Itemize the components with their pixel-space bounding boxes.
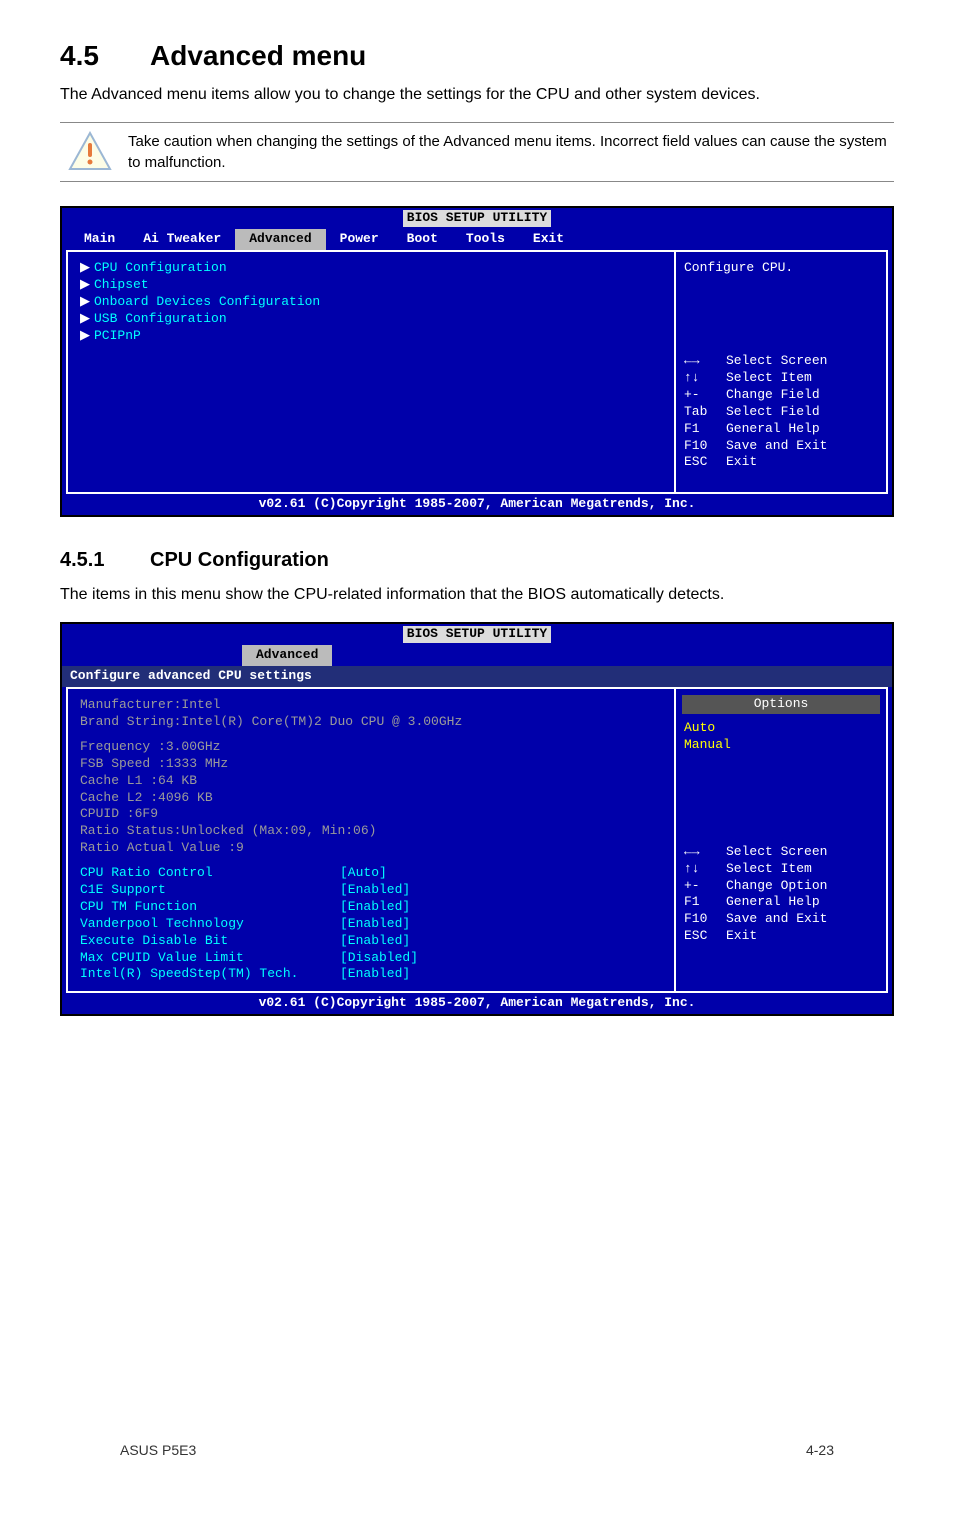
arrows-lr-icon: ←→ bbox=[684, 353, 726, 370]
section-intro: The Advanced menu items allow you to cha… bbox=[60, 84, 894, 106]
help-row: +-Change Field bbox=[684, 387, 878, 404]
bios-help-panel: Options Auto Manual ←→Select Screen ↑↓Se… bbox=[676, 689, 886, 991]
setting-execute-disable-bit[interactable]: Execute Disable Bit[Enabled] bbox=[80, 933, 662, 950]
setting-c1e-support[interactable]: C1E Support[Enabled] bbox=[80, 882, 662, 899]
arrows-ud-icon: ↑↓ bbox=[684, 370, 726, 387]
tab-main[interactable]: Main bbox=[70, 229, 129, 250]
caution-text: Take caution when changing the settings … bbox=[120, 131, 894, 173]
help-keys-list: ←→Select Screen ↑↓Select Item +-Change F… bbox=[684, 353, 878, 471]
cpu-info-line: Brand String:Intel(R) Core(TM)2 Duo CPU … bbox=[80, 714, 662, 731]
subsection-text: The items in this menu show the CPU-rela… bbox=[60, 584, 894, 606]
setting-vanderpool[interactable]: Vanderpool Technology[Enabled] bbox=[80, 916, 662, 933]
section-number: 4.5 bbox=[60, 40, 150, 72]
setting-speedstep[interactable]: Intel(R) SpeedStep(TM) Tech.[Enabled] bbox=[80, 966, 662, 983]
bios-title-bar: BIOS SETUP UTILITY bbox=[62, 624, 892, 645]
help-row: TabSelect Field bbox=[684, 404, 878, 421]
bios-tabs: Advanced bbox=[62, 645, 892, 666]
cpu-spec-line: CPUID :6F9 bbox=[80, 806, 662, 823]
caution-icon bbox=[60, 131, 120, 171]
tab-tools[interactable]: Tools bbox=[452, 229, 519, 250]
menu-item-usb-config[interactable]: ▶USB Configuration bbox=[80, 311, 662, 328]
help-row: ESCExit bbox=[684, 454, 878, 471]
setting-cpu-ratio-control[interactable]: CPU Ratio Control[Auto] bbox=[80, 865, 662, 882]
cpu-settings-grid: CPU Ratio Control[Auto] C1E Support[Enab… bbox=[80, 865, 662, 983]
bios-title: BIOS SETUP UTILITY bbox=[403, 626, 551, 643]
cpu-spec-line: FSB Speed :1333 MHz bbox=[80, 756, 662, 773]
cpu-spec-line: Cache L1 :64 KB bbox=[80, 773, 662, 790]
menu-item-label: Onboard Devices Configuration bbox=[94, 294, 320, 311]
settings-header-text: Configure advanced CPU settings bbox=[70, 668, 312, 685]
subsection-title-text: CPU Configuration bbox=[150, 549, 329, 571]
options-title: Options bbox=[682, 695, 880, 714]
caution-box: Take caution when changing the settings … bbox=[60, 122, 894, 182]
option-auto[interactable]: Auto bbox=[684, 720, 878, 737]
footer-page-number: 4-23 bbox=[806, 1442, 834, 1458]
help-title: Configure CPU. bbox=[684, 260, 878, 283]
bios-screen-advanced-menu: BIOS SETUP UTILITY Main Ai Tweaker Advan… bbox=[60, 206, 894, 517]
help-keys-list: ←→Select Screen ↑↓Select Item +-Change O… bbox=[684, 844, 878, 945]
help-row: F10Save and Exit bbox=[684, 438, 878, 455]
help-row: F1General Help bbox=[684, 421, 878, 438]
bios-title: BIOS SETUP UTILITY bbox=[403, 210, 551, 227]
bios-copyright: v02.61 (C)Copyright 1985-2007, American … bbox=[62, 993, 892, 1014]
bios-tabs: Main Ai Tweaker Advanced Power Boot Tool… bbox=[62, 229, 892, 250]
footer-model: ASUS P5E3 bbox=[120, 1442, 196, 1458]
help-row: ESCExit bbox=[684, 928, 878, 945]
menu-item-pcipnp[interactable]: ▶PCIPnP bbox=[80, 328, 662, 345]
bios-copyright: v02.61 (C)Copyright 1985-2007, American … bbox=[62, 494, 892, 515]
tab-ai-tweaker[interactable]: Ai Tweaker bbox=[129, 229, 235, 250]
tab-advanced[interactable]: Advanced bbox=[235, 229, 325, 250]
subsection-number: 4.5.1 bbox=[60, 549, 150, 572]
arrows-ud-icon: ↑↓ bbox=[684, 861, 726, 878]
tab-advanced[interactable]: Advanced bbox=[242, 645, 332, 666]
setting-max-cpuid[interactable]: Max CPUID Value Limit[Disabled] bbox=[80, 950, 662, 967]
menu-item-label: CPU Configuration bbox=[94, 260, 227, 277]
menu-item-cpu-config[interactable]: ▶CPU Configuration bbox=[80, 260, 662, 277]
menu-item-onboard[interactable]: ▶Onboard Devices Configuration bbox=[80, 294, 662, 311]
setting-cpu-tm-function[interactable]: CPU TM Function[Enabled] bbox=[80, 899, 662, 916]
help-row: F1General Help bbox=[684, 894, 878, 911]
help-row: +-Change Option bbox=[684, 878, 878, 895]
menu-item-label: Chipset bbox=[94, 277, 149, 294]
section-title-text: Advanced menu bbox=[150, 40, 366, 71]
help-row: ↑↓Select Item bbox=[684, 861, 878, 878]
cpu-spec-line: Ratio Actual Value :9 bbox=[80, 840, 662, 857]
help-row: ←→Select Screen bbox=[684, 353, 878, 370]
help-row: ←→Select Screen bbox=[684, 844, 878, 861]
tab-exit[interactable]: Exit bbox=[519, 229, 578, 250]
bios-menu-list: ▶CPU Configuration ▶Chipset ▶Onboard Dev… bbox=[68, 252, 676, 492]
page-footer: ASUS P5E3 4-23 bbox=[120, 1442, 834, 1458]
bios-subheader: Configure advanced CPU settings bbox=[62, 666, 892, 687]
subsection-heading: 4.5.1CPU Configuration bbox=[60, 549, 894, 572]
menu-item-label: PCIPnP bbox=[94, 328, 141, 345]
cpu-spec-line: Frequency :3.00GHz bbox=[80, 739, 662, 756]
section-heading: 4.5Advanced menu bbox=[60, 40, 894, 72]
bios-title-bar: BIOS SETUP UTILITY bbox=[62, 208, 892, 229]
cpu-spec-line: Ratio Status:Unlocked (Max:09, Min:06) bbox=[80, 823, 662, 840]
cpu-spec-line: Cache L2 :4096 KB bbox=[80, 790, 662, 807]
bios-help-panel: Configure CPU. ←→Select Screen ↑↓Select … bbox=[676, 252, 886, 492]
help-row: ↑↓Select Item bbox=[684, 370, 878, 387]
help-row: F10Save and Exit bbox=[684, 911, 878, 928]
menu-item-chipset[interactable]: ▶Chipset bbox=[80, 277, 662, 294]
menu-item-label: USB Configuration bbox=[94, 311, 227, 328]
tab-boot[interactable]: Boot bbox=[393, 229, 452, 250]
tab-power[interactable]: Power bbox=[326, 229, 393, 250]
bios-screen-cpu-config: BIOS SETUP UTILITY Advanced Configure ad… bbox=[60, 622, 894, 1016]
bios-settings-panel: Manufacturer:Intel Brand String:Intel(R)… bbox=[68, 689, 676, 991]
arrows-lr-icon: ←→ bbox=[684, 844, 726, 861]
cpu-info-line: Manufacturer:Intel bbox=[80, 697, 662, 714]
option-manual[interactable]: Manual bbox=[684, 737, 878, 754]
